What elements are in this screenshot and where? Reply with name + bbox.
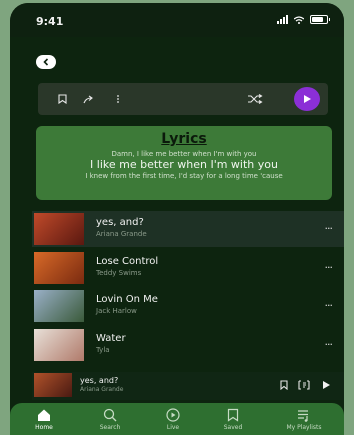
- nav-my-playlists[interactable]: My Playlists: [274, 408, 334, 431]
- bottom-nav: Home Search Live Saved My Playlists: [10, 403, 344, 435]
- nav-home[interactable]: Home: [14, 408, 74, 431]
- search-icon: [103, 408, 117, 422]
- song-row[interactable]: Lose Control Teddy Swims ···: [32, 250, 344, 286]
- song-title: yes, and?: [96, 217, 144, 228]
- chevron-left-icon: [43, 58, 49, 66]
- phone-screen: 9:41 Lyrics Damn, I like me better when …: [10, 3, 344, 435]
- mini-player-artist: Ariana Grande: [80, 386, 124, 393]
- lyrics-line-previous: Damn, I like me better when I'm with you: [111, 150, 257, 158]
- song-artist: Tyla: [96, 345, 110, 354]
- nav-saved[interactable]: Saved: [203, 408, 263, 431]
- more-icon[interactable]: ···: [325, 338, 333, 351]
- shuffle-icon[interactable]: [244, 91, 266, 107]
- album-art: [34, 290, 84, 322]
- song-row[interactable]: yes, and? Ariana Grande ···: [32, 211, 344, 247]
- nav-label: Home: [35, 424, 53, 431]
- nav-search[interactable]: Search: [80, 408, 140, 431]
- play-icon: [304, 95, 311, 103]
- live-icon: [166, 408, 180, 422]
- mini-player-art: [34, 373, 72, 397]
- wifi-icon: [294, 15, 304, 24]
- share-icon[interactable]: [80, 91, 96, 107]
- home-icon: [38, 409, 50, 421]
- bookmark-icon[interactable]: [54, 91, 70, 107]
- lyrics-line-current: I like me better when I'm with you: [90, 158, 278, 171]
- play-button[interactable]: [294, 87, 320, 111]
- album-art: [34, 213, 84, 245]
- battery-icon: [310, 15, 330, 24]
- song-artist: Teddy Swims: [96, 268, 142, 277]
- song-row[interactable]: Lovin On Me Jack Harlow ···: [32, 288, 344, 324]
- status-icons: [277, 15, 330, 24]
- play-icon[interactable]: [322, 379, 331, 391]
- song-artist: Jack Harlow: [96, 307, 137, 315]
- status-time: 9:41: [36, 15, 64, 28]
- song-list: yes, and? Ariana Grande ··· Lose Control…: [32, 211, 344, 365]
- more-options-icon[interactable]: [110, 91, 126, 107]
- status-bar: 9:41: [10, 3, 344, 37]
- bookmark-icon: [227, 408, 239, 422]
- album-art: [34, 251, 84, 284]
- lyrics-icon[interactable]: [298, 379, 310, 391]
- nav-live[interactable]: Live: [143, 408, 203, 431]
- more-icon[interactable]: ···: [325, 261, 333, 274]
- back-button[interactable]: [36, 55, 56, 69]
- player-toolbar: [38, 83, 328, 115]
- nav-label: Saved: [223, 424, 243, 431]
- mini-player[interactable]: yes, and? Ariana Grande: [32, 372, 344, 400]
- playlist-icon: [298, 410, 308, 422]
- album-art: [34, 328, 84, 361]
- song-title: Lovin On Me: [96, 294, 158, 305]
- song-title: Lose Control: [96, 255, 159, 267]
- bookmark-icon[interactable]: [280, 379, 288, 391]
- mini-player-title: yes, and?: [80, 376, 119, 385]
- nav-label: Live: [166, 424, 180, 431]
- more-icon[interactable]: ···: [325, 299, 333, 312]
- song-title: Water: [96, 332, 126, 344]
- lyrics-line-next: I knew from the first time, I'd stay for…: [85, 172, 283, 180]
- nav-label: Search: [99, 424, 121, 431]
- nav-label: My Playlists: [286, 424, 322, 431]
- song-row[interactable]: Water Tyla ···: [32, 327, 344, 363]
- song-artist: Ariana Grande: [96, 230, 147, 238]
- more-icon[interactable]: ···: [325, 222, 333, 235]
- lyrics-card: Lyrics Damn, I like me better when I'm w…: [36, 126, 332, 200]
- lyrics-title: Lyrics: [161, 131, 207, 147]
- signal-icon: [277, 15, 288, 24]
